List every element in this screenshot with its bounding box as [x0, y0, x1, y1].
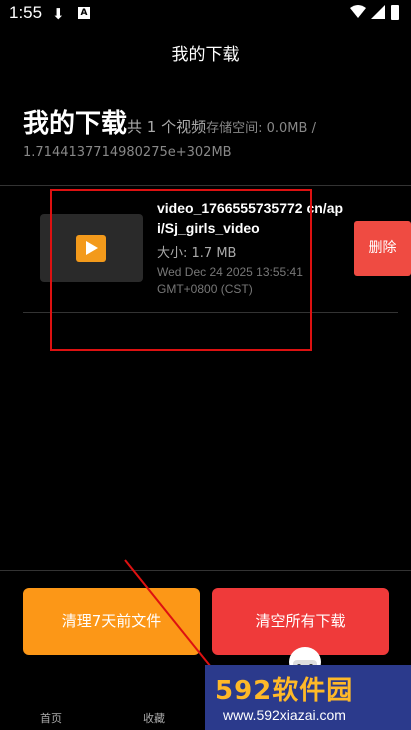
tab-home[interactable]: 首页 — [40, 710, 62, 726]
watermark-url: www.592xiazai.com — [223, 707, 346, 723]
tab-favorites[interactable]: 收藏 — [143, 710, 165, 726]
watermark: 592软件园 www.592xiazai.com — [205, 665, 411, 730]
watermark-brand: 592软件园 — [215, 676, 354, 706]
red-arrow — [124, 559, 216, 673]
